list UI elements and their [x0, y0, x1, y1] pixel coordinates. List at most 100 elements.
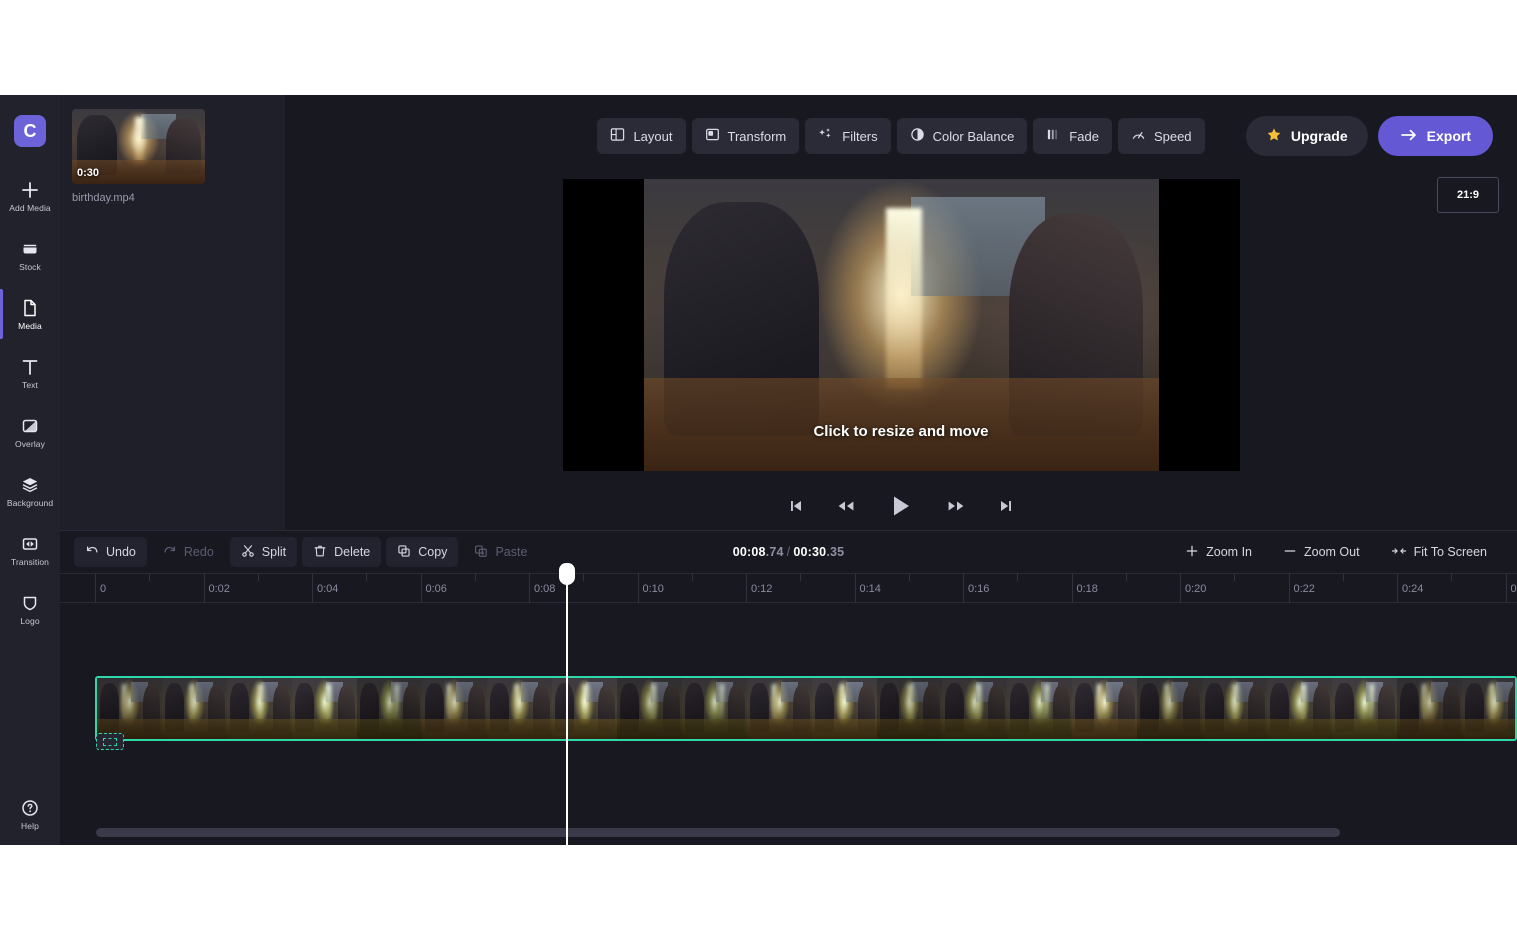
skip-to-end-button[interactable]: [994, 494, 1018, 521]
timeline-horizontal-scrollbar[interactable]: [96, 828, 1340, 837]
aspect-ratio-badge[interactable]: 21:9: [1437, 177, 1499, 213]
split-label: Split: [261, 545, 287, 559]
frame-artwork: [162, 678, 227, 739]
scene-sparkler: [719, 684, 725, 722]
star-icon: [1266, 127, 1282, 146]
layout-button[interactable]: Layout: [597, 118, 686, 154]
scene-sparkler: [651, 684, 656, 722]
zoom-in-button[interactable]: Zoom In: [1174, 537, 1263, 567]
media-duration-badge: 0:30: [77, 167, 100, 179]
current-time-frac: .74: [765, 545, 784, 559]
ruler-tick-label: 0:02: [208, 583, 230, 595]
scene-sparkler: [189, 684, 195, 722]
scene-sparkler: [839, 684, 845, 722]
time-display: 00:08.74/00:30.35: [733, 545, 845, 559]
scene-figure-right: [166, 118, 202, 175]
sidebar-item-logo[interactable]: Logo: [0, 580, 60, 639]
scene-sparkler: [1369, 684, 1375, 722]
filmstrip-frame: [422, 678, 487, 739]
speed-button[interactable]: Speed: [1117, 118, 1205, 154]
frame-artwork: [487, 678, 552, 739]
fade-label: Fade: [1069, 128, 1099, 144]
clip-thumbnail-badge[interactable]: [96, 733, 124, 750]
dashed-rect-icon: [103, 737, 117, 746]
sidebar-item-transition[interactable]: Transition: [0, 521, 60, 580]
upgrade-button[interactable]: Upgrade: [1245, 116, 1368, 156]
fast-forward-icon: [946, 498, 966, 517]
ruler-tick-label: 0:24: [1402, 583, 1424, 595]
paste-button[interactable]: Paste: [463, 537, 538, 567]
scene-figure-right: [663, 685, 681, 732]
media-item[interactable]: 0:30 birthday.mp4: [72, 109, 205, 204]
timeline-clip[interactable]: [95, 676, 1517, 741]
sidebar-item-overlay[interactable]: Overlay: [0, 403, 60, 462]
preview-canvas[interactable]: Click to resize and move: [562, 179, 1240, 471]
color-balance-button[interactable]: Color Balance: [896, 118, 1028, 154]
fade-button[interactable]: Fade: [1033, 118, 1112, 154]
app-logo[interactable]: C: [14, 115, 46, 147]
sidebar-item-stock[interactable]: Stock: [0, 226, 60, 285]
play-button[interactable]: [884, 489, 918, 526]
fast-forward-button[interactable]: [942, 494, 970, 521]
media-filename: birthday.mp4: [72, 192, 135, 204]
scene-figure-right: [1118, 685, 1136, 732]
copy-button[interactable]: Copy: [386, 537, 459, 567]
scene-figure-left: [1464, 682, 1485, 732]
scissors-icon: [241, 544, 255, 561]
scene-figure-left: [684, 682, 705, 732]
undo-button[interactable]: Undo: [74, 537, 147, 567]
fit-to-screen-button[interactable]: Fit To Screen: [1380, 537, 1498, 567]
delete-button[interactable]: Delete: [302, 537, 382, 567]
frame-artwork: [1397, 678, 1462, 739]
sidebar-item-help[interactable]: Help: [0, 798, 60, 831]
scene-sparkler: [1164, 684, 1170, 722]
scene-figure-left: [1074, 682, 1095, 732]
sidebar-item-background[interactable]: Background: [0, 462, 60, 521]
scene-figure-right: [988, 685, 1006, 732]
scene-figure-left: [554, 682, 575, 732]
scene-figure-right: [208, 685, 226, 732]
timeline-tracks[interactable]: [60, 603, 1517, 843]
scene-figure-left: [359, 682, 380, 732]
minus-icon: [1283, 544, 1297, 561]
sidebar-item-add-media[interactable]: Add Media: [0, 167, 60, 226]
scene-sparkler: [771, 684, 777, 722]
filmstrip-frame: [1397, 678, 1462, 739]
skip-end-icon: [998, 498, 1014, 517]
sidebar-item-text[interactable]: Text: [0, 344, 60, 403]
clipchamp-editor-window: C Add Media Stock Media Text Overlay Bac…: [0, 95, 1517, 845]
sidebar-item-label: Media: [18, 321, 42, 331]
scene-figure-right: [403, 685, 421, 732]
skip-to-start-button[interactable]: [784, 494, 808, 521]
frame-artwork: [877, 678, 942, 739]
filmstrip-frame: [1267, 678, 1332, 739]
scene-figure-left: [749, 682, 770, 732]
rewind-button[interactable]: [832, 494, 860, 521]
sidebar-item-media[interactable]: Media: [0, 285, 60, 344]
media-thumbnail[interactable]: 0:30: [72, 109, 205, 184]
scene-figure-left: [489, 682, 510, 732]
export-button[interactable]: Export: [1377, 116, 1493, 156]
preview-video[interactable]: [643, 179, 1159, 471]
scene-figure-right: [858, 685, 876, 732]
sidebar-item-label: Logo: [20, 616, 40, 626]
fit-screen-icon: [1391, 544, 1407, 561]
frame-artwork: [1267, 678, 1332, 739]
stock-icon: [20, 239, 40, 259]
total-time-frac: .35: [826, 545, 845, 559]
redo-button[interactable]: Redo: [152, 537, 225, 567]
ruler-tick-label: 0:04: [317, 583, 339, 595]
filters-button[interactable]: Filters: [805, 118, 891, 154]
scene-figure-right: [1009, 214, 1144, 436]
filmstrip-frame: [552, 678, 617, 739]
scene-figure-right: [793, 685, 811, 732]
timeline-zoom-controls: Zoom In Zoom Out Fit To Screen: [1174, 537, 1503, 567]
zoom-out-button[interactable]: Zoom Out: [1272, 537, 1371, 567]
timeline-ruler[interactable]: 0 0:02 0:04 0:06 0:08 0:10 0:12 0:14 0:16 0:18 0:2…: [60, 573, 1517, 603]
scene-figure-left: [1009, 682, 1030, 732]
ruler-tick-label: 0:18: [1076, 583, 1098, 595]
filmstrip-frame: [942, 678, 1007, 739]
scene-figure-left: [1399, 682, 1420, 732]
transform-button[interactable]: Transform: [691, 118, 800, 154]
split-button[interactable]: Split: [229, 537, 298, 567]
